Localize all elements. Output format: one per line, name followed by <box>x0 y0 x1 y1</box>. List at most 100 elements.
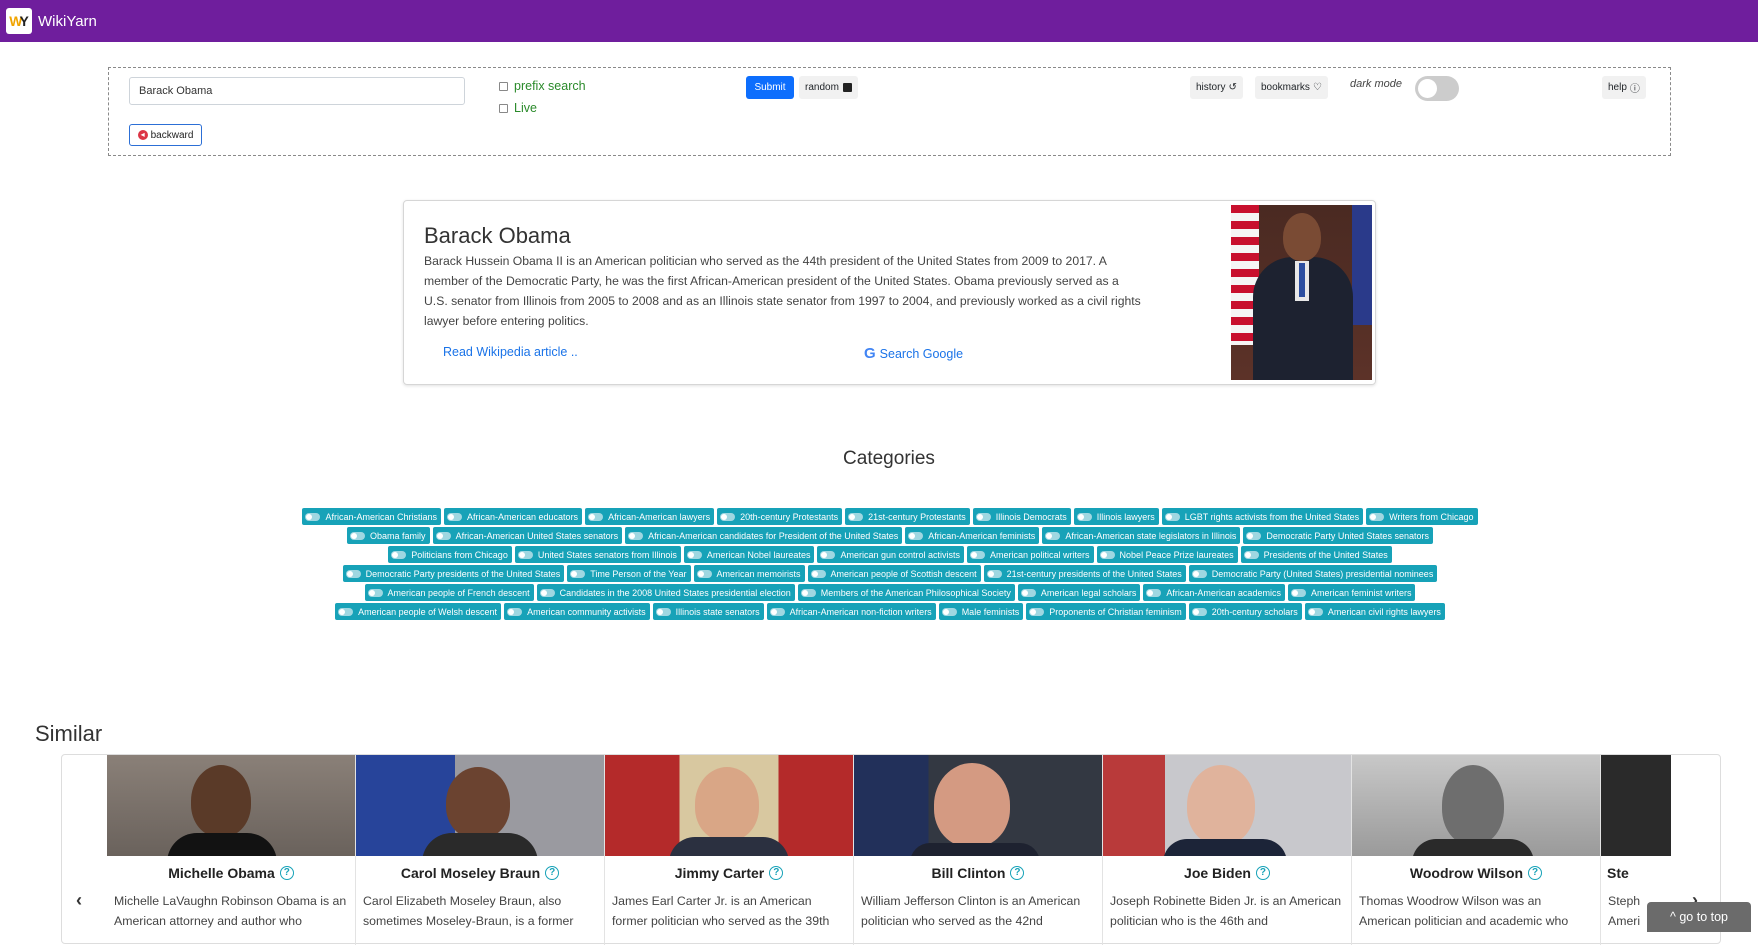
category-tag[interactable]: Proponents of Christian feminism <box>1026 603 1186 620</box>
category-toggle-icon[interactable] <box>338 607 354 616</box>
search-google-link[interactable]: G Search Google <box>864 345 963 362</box>
category-toggle-icon[interactable] <box>970 550 986 559</box>
category-toggle-icon[interactable] <box>908 531 924 540</box>
category-tag[interactable]: African-American lawyers <box>585 508 715 525</box>
similar-name-row[interactable]: Jimmy Carter? <box>605 865 853 881</box>
read-wikipedia-link[interactable]: Read Wikipedia article .. <box>443 345 578 359</box>
category-toggle-icon[interactable] <box>720 512 736 521</box>
dark-mode-toggle[interactable] <box>1415 76 1459 101</box>
similar-name[interactable]: Ste <box>1607 865 1629 881</box>
category-tag[interactable]: American civil rights lawyers <box>1304 603 1445 620</box>
category-toggle-icon[interactable] <box>1146 588 1162 597</box>
bookmarks-button[interactable]: bookmarks ♡ <box>1255 76 1328 99</box>
search-input[interactable] <box>129 77 465 105</box>
carousel-prev-button[interactable]: ‹ <box>76 890 82 911</box>
category-tag[interactable]: Candidates in the 2008 United States pre… <box>536 584 795 601</box>
similar-card[interactable]: Carol Moseley Braun? Carol Elizabeth Mos… <box>356 755 605 945</box>
category-toggle-icon[interactable] <box>539 588 555 597</box>
wikiyarn-logo[interactable]: WY <box>6 8 32 34</box>
similar-name[interactable]: Joe Biden <box>1184 865 1251 881</box>
category-toggle-icon[interactable] <box>810 569 826 578</box>
category-tag[interactable]: Members of the American Philosophical So… <box>797 584 1015 601</box>
submit-button[interactable]: Submit <box>746 76 794 99</box>
similar-name[interactable]: Jimmy Carter <box>675 865 765 881</box>
category-tag[interactable]: African-American academics <box>1143 584 1285 601</box>
similar-name[interactable]: Michelle Obama <box>168 865 275 881</box>
category-toggle-icon[interactable] <box>1243 550 1259 559</box>
similar-name[interactable]: Bill Clinton <box>932 865 1006 881</box>
category-toggle-icon[interactable] <box>1369 512 1385 521</box>
category-tag[interactable]: American people of Welsh descent <box>335 603 502 620</box>
category-tag[interactable]: American community activists <box>504 603 650 620</box>
info-icon[interactable]: ? <box>1528 866 1543 880</box>
similar-name-row[interactable]: Woodrow Wilson? <box>1352 865 1600 881</box>
category-tag[interactable]: American feminist writers <box>1287 584 1416 601</box>
category-tag[interactable]: Writers from Chicago <box>1366 508 1478 525</box>
category-tag[interactable]: African-American educators <box>444 508 583 525</box>
category-tag[interactable]: Illinois lawyers <box>1073 508 1159 525</box>
category-tag[interactable]: African-American Christians <box>302 508 442 525</box>
similar-card[interactable]: Bill Clinton? William Jefferson Clinton … <box>854 755 1103 945</box>
category-toggle-icon[interactable] <box>345 569 361 578</box>
category-tag[interactable]: Nobel Peace Prize laureates <box>1096 546 1238 563</box>
category-toggle-icon[interactable] <box>986 569 1002 578</box>
category-toggle-icon[interactable] <box>941 607 957 616</box>
info-icon[interactable]: ? <box>769 866 784 880</box>
info-icon[interactable]: ? <box>1255 866 1270 880</box>
category-toggle-icon[interactable] <box>1191 569 1207 578</box>
category-toggle-icon[interactable] <box>1191 607 1207 616</box>
category-toggle-icon[interactable] <box>655 607 671 616</box>
category-toggle-icon[interactable] <box>305 512 321 521</box>
similar-card[interactable]: Woodrow Wilson? Thomas Woodrow Wilson wa… <box>1352 755 1601 945</box>
brand-name[interactable]: WikiYarn <box>38 13 97 30</box>
category-tag[interactable]: American political writers <box>967 546 1094 563</box>
random-button[interactable]: random <box>799 76 858 99</box>
category-tag[interactable]: 21st-century Protestants <box>845 508 970 525</box>
category-tag[interactable]: American memoirists <box>693 565 805 582</box>
category-toggle-icon[interactable] <box>1020 588 1036 597</box>
category-tag[interactable]: American Nobel laureates <box>683 546 815 563</box>
similar-name-row[interactable]: Bill Clinton? <box>854 865 1102 881</box>
help-button[interactable]: help ⓘ <box>1602 76 1646 99</box>
category-tag[interactable]: American people of French descent <box>364 584 534 601</box>
category-tag[interactable]: Illinois state senators <box>652 603 764 620</box>
category-tag[interactable]: Democratic Party United States senators <box>1243 527 1433 544</box>
info-icon[interactable]: ? <box>279 866 294 880</box>
category-toggle-icon[interactable] <box>1029 607 1045 616</box>
category-toggle-icon[interactable] <box>447 512 463 521</box>
live-checkbox[interactable] <box>499 103 508 113</box>
category-tag[interactable]: Democratic Party (United States) preside… <box>1188 565 1438 582</box>
category-tag[interactable]: African-American United States senators <box>432 527 623 544</box>
category-toggle-icon[interactable] <box>1307 607 1323 616</box>
category-toggle-icon[interactable] <box>350 531 366 540</box>
category-tag[interactable]: Democratic Party presidents of the Unite… <box>342 565 565 582</box>
category-tag[interactable]: African-American feminists <box>905 527 1040 544</box>
category-toggle-icon[interactable] <box>848 512 864 521</box>
category-toggle-icon[interactable] <box>975 512 991 521</box>
category-toggle-icon[interactable] <box>1246 531 1262 540</box>
category-toggle-icon[interactable] <box>686 550 702 559</box>
similar-card[interactable]: Jimmy Carter? James Earl Carter Jr. is a… <box>605 755 854 945</box>
prefix-search-option[interactable]: prefix search <box>499 79 586 93</box>
category-tag[interactable]: American legal scholars <box>1017 584 1141 601</box>
category-toggle-icon[interactable] <box>588 512 604 521</box>
category-toggle-icon[interactable] <box>435 531 451 540</box>
category-tag[interactable]: American people of Scottish descent <box>807 565 981 582</box>
category-tag[interactable]: 20th-century Protestants <box>717 508 843 525</box>
category-tag[interactable]: Obama family <box>347 527 430 544</box>
similar-name-row[interactable]: Carol Moseley Braun? <box>356 865 604 881</box>
prefix-search-checkbox[interactable] <box>499 81 508 91</box>
category-toggle-icon[interactable] <box>517 550 533 559</box>
category-tag[interactable]: Male feminists <box>938 603 1024 620</box>
category-tag[interactable]: African-American state legislators in Il… <box>1042 527 1241 544</box>
category-toggle-icon[interactable] <box>820 550 836 559</box>
category-toggle-icon[interactable] <box>1099 550 1115 559</box>
category-tag[interactable]: LGBT rights activists from the United St… <box>1161 508 1364 525</box>
similar-name-row[interactable]: Michelle Obama? <box>107 865 355 881</box>
category-tag[interactable]: Time Person of the Year <box>567 565 691 582</box>
category-toggle-icon[interactable] <box>628 531 644 540</box>
category-tag[interactable]: Presidents of the United States <box>1240 546 1392 563</box>
info-icon[interactable]: ? <box>1010 866 1025 880</box>
live-option[interactable]: Live <box>499 101 537 115</box>
category-tag[interactable]: African-American non-fiction writers <box>766 603 936 620</box>
